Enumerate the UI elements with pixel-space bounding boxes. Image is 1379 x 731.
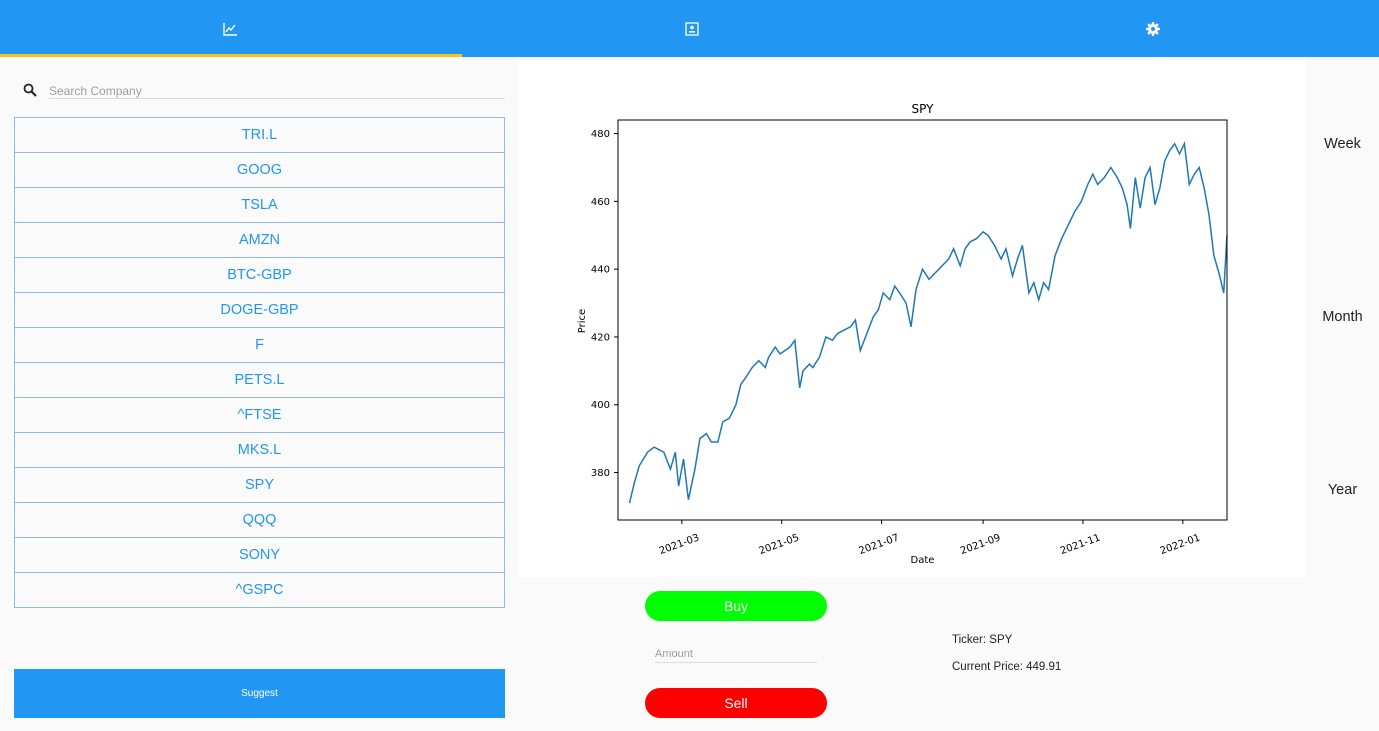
company-item[interactable]: QQQ bbox=[14, 502, 505, 538]
y-tick-label: 400 bbox=[591, 400, 610, 411]
suggest-button[interactable]: Suggest bbox=[14, 669, 505, 718]
sell-button[interactable]: Sell bbox=[645, 688, 827, 718]
price-chart-svg: 380 400 420 440 460 480 2021-03 2021-05 2021-07 2… bbox=[577, 102, 1228, 566]
search-bar bbox=[22, 80, 506, 100]
y-tick-label: 480 bbox=[591, 129, 610, 140]
x-tick-label: 2021-09 bbox=[959, 532, 1002, 557]
price-line bbox=[628, 141, 1228, 504]
y-tick-label: 420 bbox=[591, 332, 610, 343]
current-price-label: Current Price: 449.91 bbox=[952, 661, 1062, 673]
buy-button[interactable]: Buy bbox=[645, 591, 827, 621]
y-tick-label: 440 bbox=[591, 265, 610, 276]
tab-settings[interactable] bbox=[922, 0, 1379, 57]
company-item[interactable]: DOGE-GBP bbox=[14, 292, 505, 328]
tab-chart[interactable] bbox=[0, 0, 460, 57]
y-tick-label: 380 bbox=[591, 468, 610, 479]
x-tick-label: 2021-03 bbox=[658, 532, 701, 557]
x-tick-label: 2022-01 bbox=[1159, 532, 1202, 557]
tab-portfolio[interactable] bbox=[462, 0, 922, 57]
company-item[interactable]: ^GSPC bbox=[14, 572, 505, 608]
company-item[interactable]: TRI.L bbox=[14, 117, 505, 153]
company-item[interactable]: BTC-GBP bbox=[14, 257, 505, 293]
company-item[interactable]: TSLA bbox=[14, 187, 505, 223]
account-box-icon bbox=[685, 21, 699, 36]
tab-indicator bbox=[0, 54, 462, 57]
company-item[interactable]: SONY bbox=[14, 537, 505, 573]
chart-line-icon bbox=[223, 22, 237, 36]
company-item[interactable]: GOOG bbox=[14, 152, 505, 188]
company-item[interactable]: SPY bbox=[14, 467, 505, 503]
y-axis-label: Price bbox=[577, 309, 588, 333]
company-item[interactable]: MKS.L bbox=[14, 432, 505, 468]
x-tick-label: 2021-05 bbox=[758, 532, 801, 557]
company-item[interactable]: AMZN bbox=[14, 222, 505, 258]
year-button[interactable]: Year bbox=[1306, 475, 1379, 505]
x-tick-label: 2021-07 bbox=[858, 532, 901, 557]
month-button[interactable]: Month bbox=[1306, 302, 1379, 332]
company-item[interactable]: ^FTSE bbox=[14, 397, 505, 433]
amount-input[interactable] bbox=[655, 646, 817, 663]
ticker-label: Ticker: SPY bbox=[952, 634, 1013, 646]
x-axis-label: Date bbox=[911, 555, 935, 566]
y-tick-label: 460 bbox=[591, 197, 610, 208]
search-icon bbox=[23, 83, 37, 97]
chart-title: SPY bbox=[912, 102, 935, 116]
top-app-bar bbox=[0, 0, 1379, 57]
company-item[interactable]: F bbox=[14, 327, 505, 363]
company-list: TRI.L GOOG TSLA AMZN BTC-GBP DOGE-GBP F PETS.L ^… bbox=[14, 117, 505, 608]
search-input[interactable] bbox=[49, 80, 505, 99]
gear-icon bbox=[1146, 21, 1160, 36]
company-item[interactable]: PETS.L bbox=[14, 362, 505, 398]
week-button[interactable]: Week bbox=[1306, 129, 1379, 159]
x-tick-label: 2021-11 bbox=[1059, 532, 1102, 557]
price-chart: 380 400 420 440 460 480 2021-03 2021-05 2021-07 2… bbox=[519, 57, 1306, 577]
